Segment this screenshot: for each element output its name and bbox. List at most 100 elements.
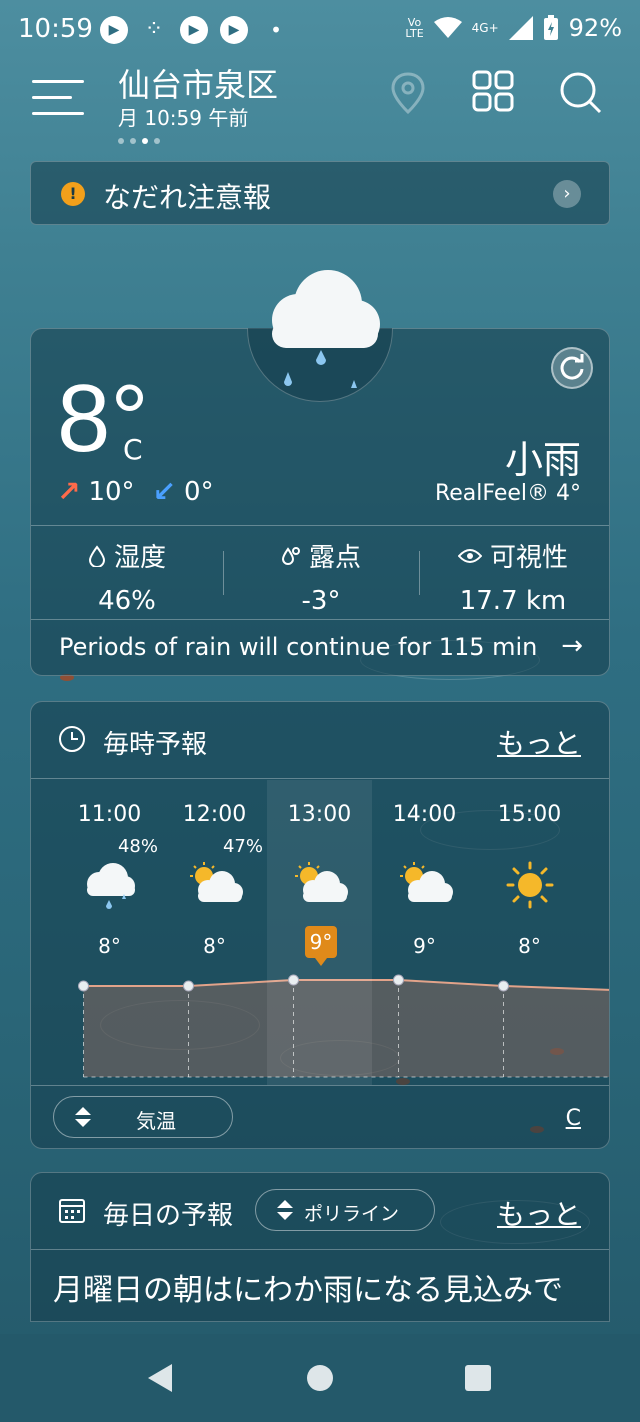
divider [31, 778, 609, 779]
arrow-right-icon[interactable]: → [561, 631, 583, 661]
hourly-item[interactable]: 11:00 48% 8° [57, 780, 162, 1085]
divider [31, 1249, 609, 1250]
volte-icon: Vo LTE [405, 16, 424, 40]
hourly-precip: 48% [117, 836, 158, 857]
sun-icon [499, 860, 561, 910]
page-dot [154, 138, 160, 144]
divider [31, 619, 609, 620]
partly-sunny-icon [184, 860, 246, 910]
hourly-time: 11:00 [77, 802, 142, 827]
humidity-stat: 湿度 46% [31, 537, 223, 616]
page-indicator [118, 138, 160, 144]
hourly-time: 15:00 [497, 802, 562, 827]
minutecast-text[interactable]: Periods of rain will continue for 115 mi… [59, 633, 537, 661]
partly-sunny-icon [289, 860, 351, 910]
visibility-stat: 可視性 17.7 km [417, 537, 609, 616]
dew-point-stat: 露点 -3° [225, 537, 417, 616]
hourly-precip: 47% [222, 836, 263, 857]
cloud-rain-icon [272, 270, 380, 388]
location-pin-icon[interactable] [384, 68, 432, 116]
system-navigation-bar [0, 1334, 640, 1422]
hourly-temperature: 9° [305, 926, 337, 966]
hourly-temperature: 9° [413, 934, 436, 958]
hourly-item[interactable]: 13:00 9° [267, 780, 372, 1085]
battery-percent: 92% [568, 14, 622, 42]
menu-line [32, 96, 72, 99]
play-notification-icon: ▶ [100, 16, 128, 44]
hourly-temperature: 8° [203, 934, 226, 958]
visibility-label: 可視性 [489, 543, 568, 573]
visibility-icon [457, 548, 482, 563]
clock-icon [59, 726, 85, 752]
hourly-temperature: 8° [98, 934, 121, 958]
grid-view-icon[interactable] [470, 68, 518, 116]
hourly-time: 12:00 [182, 802, 247, 827]
alert-text: なだれ注意報 [103, 181, 272, 214]
daily-title: 毎日の予報 [103, 1201, 234, 1231]
signal-icon [508, 16, 533, 40]
hourly-item[interactable]: 14:00 9° [372, 780, 477, 1085]
status-right: Vo LTE 4G+ 92% [405, 14, 622, 42]
divider [31, 525, 609, 526]
arrow-down-icon: ↙ [152, 475, 177, 508]
metric-selector-label: 気温 [136, 1109, 176, 1133]
daily-selector-label: ポリライン [304, 1203, 400, 1225]
warning-icon: ! [61, 182, 85, 206]
sort-arrows-icon [75, 1107, 91, 1127]
hourly-title: 毎時予報 [103, 730, 208, 760]
hourly-forecast-card: 毎時予報 もっと 11:00 48% 8° 12:00 47% 8° 13:00 9° 14:0… [30, 701, 610, 1149]
sort-arrows-icon [277, 1200, 293, 1220]
daily-chart-selector[interactable]: ポリライン [255, 1189, 435, 1231]
chevron-right-icon: › [553, 180, 581, 208]
arrow-up-icon: ↗ [57, 475, 81, 508]
menu-button[interactable] [32, 78, 84, 118]
menu-line [32, 112, 84, 115]
dew-point-icon [281, 546, 300, 565]
location-title[interactable]: 仙台市泉区 [118, 60, 278, 106]
metric-selector[interactable]: 気温 [53, 1096, 233, 1138]
humidity-label: 湿度 [113, 543, 166, 573]
back-button[interactable] [148, 1364, 172, 1392]
humidity-value: 46% [98, 586, 156, 616]
visibility-value: 17.7 km [459, 586, 567, 616]
menu-line [32, 80, 84, 83]
more-notifications-icon: • [270, 18, 282, 42]
page-dot-active [142, 138, 148, 144]
location-datetime: 月 10:59 午前 [118, 106, 249, 130]
hourly-time: 14:00 [392, 802, 457, 827]
condition-text: 小雨 [504, 438, 581, 482]
low-temperature: 0° [184, 476, 214, 507]
humidity-icon [88, 544, 105, 567]
daily-headline: 月曜日の朝はにわか雨になる見込みで [53, 1273, 563, 1308]
calendar-icon [59, 1199, 85, 1223]
hourly-more-link[interactable]: もっと [497, 722, 581, 762]
daily-more-link[interactable]: もっと [497, 1193, 581, 1233]
network-type: 4G+ [471, 21, 499, 35]
stat-separator [223, 551, 224, 595]
high-temperature: 10° [88, 476, 135, 507]
realfeel-text: RealFeel® 4° [434, 481, 581, 506]
weather-alert-banner[interactable]: ! なだれ注意報 › [30, 161, 610, 225]
unit-toggle[interactable]: C [566, 1106, 581, 1131]
play-notification-icon: ▶ [220, 16, 248, 44]
app-header: 仙台市泉区 月 10:59 午前 [0, 56, 640, 156]
recents-button[interactable] [465, 1365, 491, 1391]
hourly-item[interactable]: 15:00 8° [477, 780, 582, 1085]
temperature-unit: C [123, 433, 143, 466]
hourly-item[interactable]: 12:00 47% 8° [162, 780, 267, 1085]
hourly-temperature: 8° [518, 934, 541, 958]
status-bar: 10:59 ▶ ⁘ ▶ ▶ • Vo LTE 4G+ 92% [0, 0, 640, 60]
footsteps-icon: ⁘ [144, 17, 164, 42]
partly-sunny-icon [394, 860, 456, 910]
refresh-icon[interactable] [551, 347, 593, 389]
page-dot [130, 138, 136, 144]
home-button[interactable] [307, 1365, 333, 1391]
high-low: ↗ 10° ↙ 0° [57, 475, 214, 508]
search-icon[interactable] [556, 68, 604, 116]
divider [31, 1085, 609, 1086]
play-notification-icon: ▶ [180, 16, 208, 44]
cloud-rain-icon [79, 860, 141, 910]
daily-forecast-card: 毎日の予報 ポリライン もっと 月曜日の朝はにわか雨になる見込みで [30, 1172, 610, 1322]
hourly-time: 13:00 [287, 802, 352, 827]
wifi-icon [433, 17, 462, 38]
